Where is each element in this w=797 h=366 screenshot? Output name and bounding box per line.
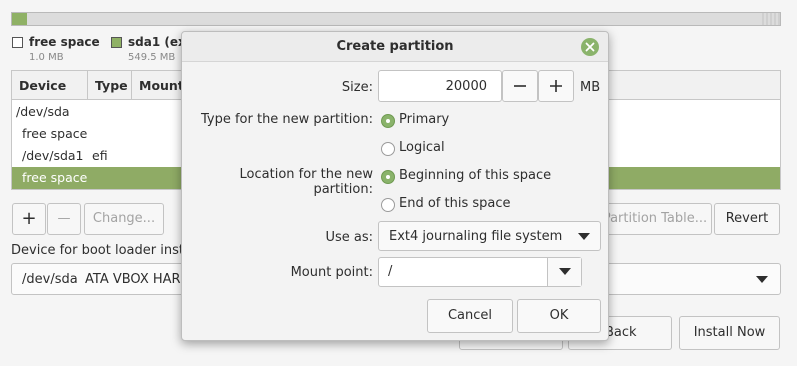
radio-beginning[interactable] (381, 170, 395, 184)
use-as-value: Ext4 journaling file system (389, 229, 563, 244)
row-device: /dev/sda1 (22, 148, 84, 163)
mount-point-label: Mount point: (290, 265, 373, 280)
legend-swatch-sda1 (111, 37, 122, 48)
add-partition-button[interactable]: + (12, 203, 46, 235)
new-partition-table-button[interactable]: Partition Table... (598, 203, 712, 235)
ok-button[interactable]: OK (517, 299, 601, 333)
size-value: 20000 (445, 79, 487, 94)
size-label: Size: (341, 80, 373, 95)
partition-bar-end (762, 13, 780, 25)
close-icon (585, 42, 595, 52)
partition-usage-bar (11, 12, 781, 26)
remove-partition-button[interactable]: — (47, 203, 81, 235)
chevron-down-icon (756, 276, 768, 283)
row-device: free space (22, 126, 88, 141)
radio-primary-label[interactable]: Primary (399, 112, 449, 127)
change-partition-button[interactable]: Change... (84, 203, 164, 235)
radio-primary[interactable] (381, 114, 395, 128)
mount-point-dropdown-button[interactable] (547, 258, 581, 286)
column-header-type[interactable]: Type (88, 71, 132, 100)
bootloader-device: /dev/sda (22, 272, 78, 287)
radio-end-label[interactable]: End of this space (399, 196, 511, 211)
location-label: Location for the new partition: (239, 167, 373, 197)
create-partition-dialog: Create partition Size: 20000 MB Type for… (181, 31, 609, 341)
install-now-button[interactable]: Install Now (679, 316, 780, 350)
column-header-device[interactable]: Device (12, 71, 88, 100)
radio-beginning-label[interactable]: Beginning of this space (399, 168, 551, 183)
radio-logical-label[interactable]: Logical (399, 140, 445, 155)
size-decrease-button[interactable] (502, 70, 538, 102)
row-device: free space (22, 170, 88, 185)
legend-size-free: 1.0 MB (29, 52, 64, 63)
legend-size-sda1: 549.5 MB (128, 52, 176, 63)
cancel-button[interactable]: Cancel (427, 299, 513, 333)
row-device: /dev/sda (16, 104, 70, 119)
chevron-down-icon (578, 233, 590, 240)
chevron-down-icon (559, 268, 571, 275)
close-button[interactable] (581, 38, 599, 56)
minus-icon (514, 85, 526, 87)
plus-icon (550, 80, 562, 92)
size-unit: MB (580, 80, 601, 95)
bootloader-device-desc: ATA VBOX HARD (85, 272, 191, 287)
revert-button[interactable]: Revert (714, 203, 780, 235)
use-as-label: Use as: (325, 230, 373, 245)
use-as-select[interactable]: Ext4 journaling file system (378, 221, 601, 251)
partition-usage-fill (12, 13, 28, 25)
legend-swatch-free (12, 37, 23, 48)
radio-end[interactable] (381, 198, 395, 212)
mount-point-input[interactable]: / (378, 257, 582, 287)
row-type: efi (92, 148, 108, 163)
size-increase-button[interactable] (538, 70, 574, 102)
size-input[interactable]: 20000 (378, 70, 502, 102)
bootloader-label: Device for boot loader instal (11, 243, 196, 258)
radio-logical[interactable] (381, 142, 395, 156)
back-button-label: Back (605, 325, 637, 340)
legend-title-free: free space (29, 35, 100, 49)
type-label: Type for the new partition: (200, 112, 373, 127)
mount-point-value: / (388, 264, 393, 279)
dialog-title: Create partition (336, 39, 454, 54)
